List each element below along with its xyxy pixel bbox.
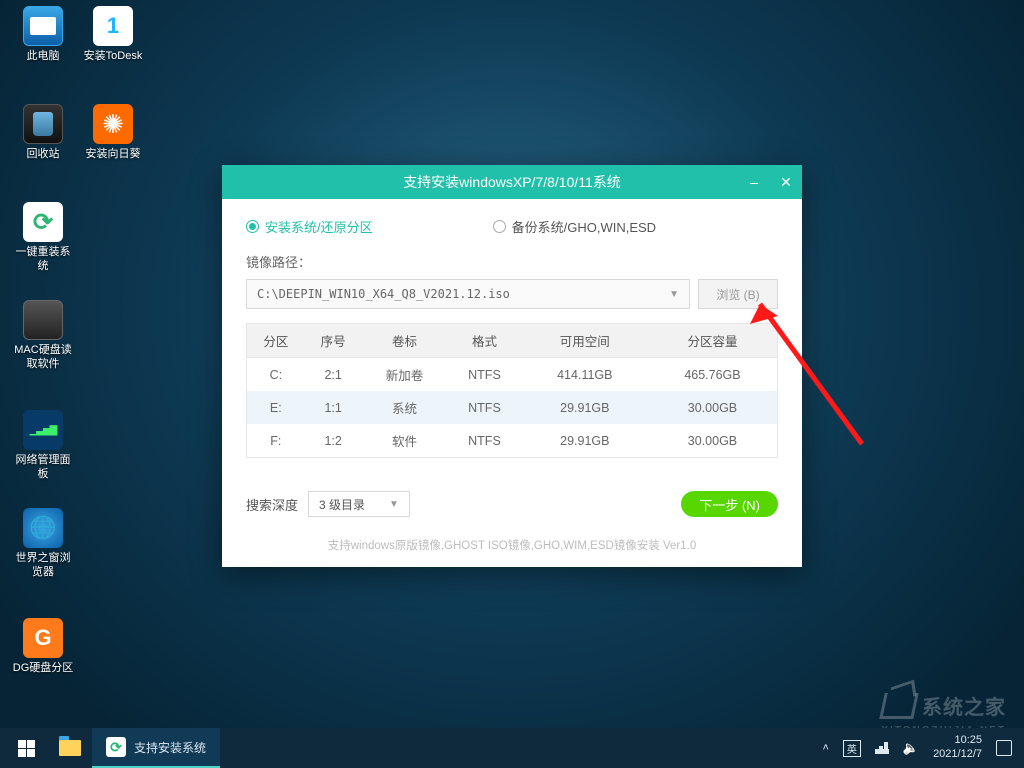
desktop-icon-world-browser[interactable]: 世界之窗浏览器 [12,508,74,580]
cell-idx: 1:2 [305,424,362,458]
chevron-down-icon: ▼ [669,289,679,300]
taskbar-app-installer[interactable]: 支持安装系统 [92,728,220,768]
taskbar-app-title: 支持安装系统 [134,739,206,756]
th-format[interactable]: 格式 [447,324,521,358]
globe-icon [23,508,63,548]
radio-label: 备份系统/GHO,WIN,ESD [512,217,656,236]
window-title: 支持安装windowsXP/7/8/10/11系统 [403,172,621,192]
cell-cap: 465.76GB [648,358,778,392]
folder-icon [59,740,81,756]
th-volume[interactable]: 卷标 [362,324,448,358]
system-tray: ˄ 英 10:25 2021/12/7 [822,734,1020,762]
cell-vol: 新加卷 [362,358,448,392]
tray-overflow-icon[interactable]: ˄ [822,742,828,754]
close-button[interactable]: ✕ [770,165,802,199]
label: 安装ToDesk [82,50,144,64]
table-row[interactable]: C:2:1新加卷NTFS414.11GB465.76GB [247,358,778,392]
radio-install-restore[interactable]: 安装系统/还原分区 [246,217,373,236]
image-path-label: 镜像路径： [246,252,778,271]
partition-table: 分区 序号 卷标 格式 可用空间 分区容量 C:2:1新加卷NTFS414.11… [246,323,778,458]
file-explorer-button[interactable] [48,728,92,768]
th-partition[interactable]: 分区 [247,324,305,358]
label: 安装向日葵 [82,148,144,162]
titlebar[interactable]: 支持安装windowsXP/7/8/10/11系统 – ✕ [222,165,802,199]
diskgenius-icon [23,618,63,658]
desktop-icon-this-pc[interactable]: 此电脑 [12,6,74,64]
label: 网络管理面板 [12,454,74,482]
clock-date: 2021/12/7 [933,748,982,762]
radio-label: 安装系统/还原分区 [265,217,373,236]
desktop-icon-dg[interactable]: DG硬盘分区 [12,618,74,676]
th-free[interactable]: 可用空间 [522,324,648,358]
window-body: 安装系统/还原分区 备份系统/GHO,WIN,ESD 镜像路径： C:\DEEP… [222,199,802,527]
desktop-icon-netpanel[interactable]: 网络管理面板 [12,410,74,482]
bars-icon [23,410,63,450]
windows-icon [18,740,35,757]
label: 回收站 [12,148,74,162]
search-depth-select[interactable]: 3 级目录 ▼ [308,491,410,517]
chevron-down-icon: ▼ [389,499,399,510]
path-value: C:\DEEPIN_WIN10_X64_Q8_V2021.12.iso [257,287,510,301]
cell-part: E: [247,391,305,424]
select-value: 3 级目录 [319,496,365,513]
reload-icon [23,202,63,242]
installer-window: 支持安装windowsXP/7/8/10/11系统 – ✕ 安装系统/还原分区 … [222,165,802,567]
cell-idx: 2:1 [305,358,362,392]
cell-free: 414.11GB [522,358,648,392]
next-button[interactable]: 下一步 (N) [681,491,778,517]
reload-icon [106,737,126,757]
desktop-icon-mac-reader[interactable]: MAC硬盘读取软件 [12,300,74,372]
watermark: 系统之家 XITONGZHIJIA.NET [882,691,1006,720]
cell-cap: 30.00GB [648,391,778,424]
label: MAC硬盘读取软件 [12,344,74,372]
cell-idx: 1:1 [305,391,362,424]
taskbar: 支持安装系统 ˄ 英 10:25 2021/12/7 [0,728,1024,768]
desktop-icon-reinstall[interactable]: 一键重装系统 [12,202,74,274]
cell-vol: 软件 [362,424,448,458]
start-button[interactable] [4,728,48,768]
label: DG硬盘分区 [12,662,74,676]
monitor-icon [23,6,63,46]
browse-button[interactable]: 浏览 (B) [698,279,778,309]
speaker-icon[interactable] [903,740,919,756]
label: 世界之窗浏览器 [12,552,74,580]
cell-vol: 系统 [362,391,448,424]
cell-free: 29.91GB [522,424,648,458]
th-capacity[interactable]: 分区容量 [648,324,778,358]
trash-icon [23,104,63,144]
network-icon[interactable] [875,742,889,754]
todesk-icon [93,6,133,46]
clock[interactable]: 10:25 2021/12/7 [933,734,982,762]
table-row[interactable]: E:1:1系统NTFS29.91GB30.00GB [247,391,778,424]
label: 一键重装系统 [12,246,74,274]
house-icon [879,693,919,719]
desktop-icon-sunflower[interactable]: 安装向日葵 [82,104,144,162]
image-path-dropdown[interactable]: C:\DEEPIN_WIN10_X64_Q8_V2021.12.iso ▼ [246,279,690,309]
cell-part: F: [247,424,305,458]
search-depth-label: 搜索深度 [246,495,298,514]
radio-dot-icon [493,220,506,233]
radio-dot-icon [246,220,259,233]
cell-cap: 30.00GB [648,424,778,458]
label: 此电脑 [12,50,74,64]
apple-icon [23,300,63,340]
cell-part: C: [247,358,305,392]
cell-fmt: NTFS [447,391,521,424]
desktop-icon-recycle-bin[interactable]: 回收站 [12,104,74,162]
minimize-button[interactable]: – [738,165,770,199]
cell-free: 29.91GB [522,391,648,424]
notifications-icon[interactable] [996,740,1012,756]
clock-time: 10:25 [933,734,982,748]
table-row[interactable]: F:1:2软件NTFS29.91GB30.00GB [247,424,778,458]
ime-indicator[interactable]: 英 [843,740,861,757]
cell-fmt: NTFS [447,358,521,392]
desktop-icon-todesk[interactable]: 安装ToDesk [82,6,144,64]
footnote: 支持windows原版镜像,GHOST ISO镜像,GHO,WIM,ESD镜像安… [222,527,802,567]
th-index[interactable]: 序号 [305,324,362,358]
cell-fmt: NTFS [447,424,521,458]
watermark-text: 系统之家 [922,691,1006,720]
sunflower-icon [93,104,133,144]
radio-backup[interactable]: 备份系统/GHO,WIN,ESD [493,217,656,236]
